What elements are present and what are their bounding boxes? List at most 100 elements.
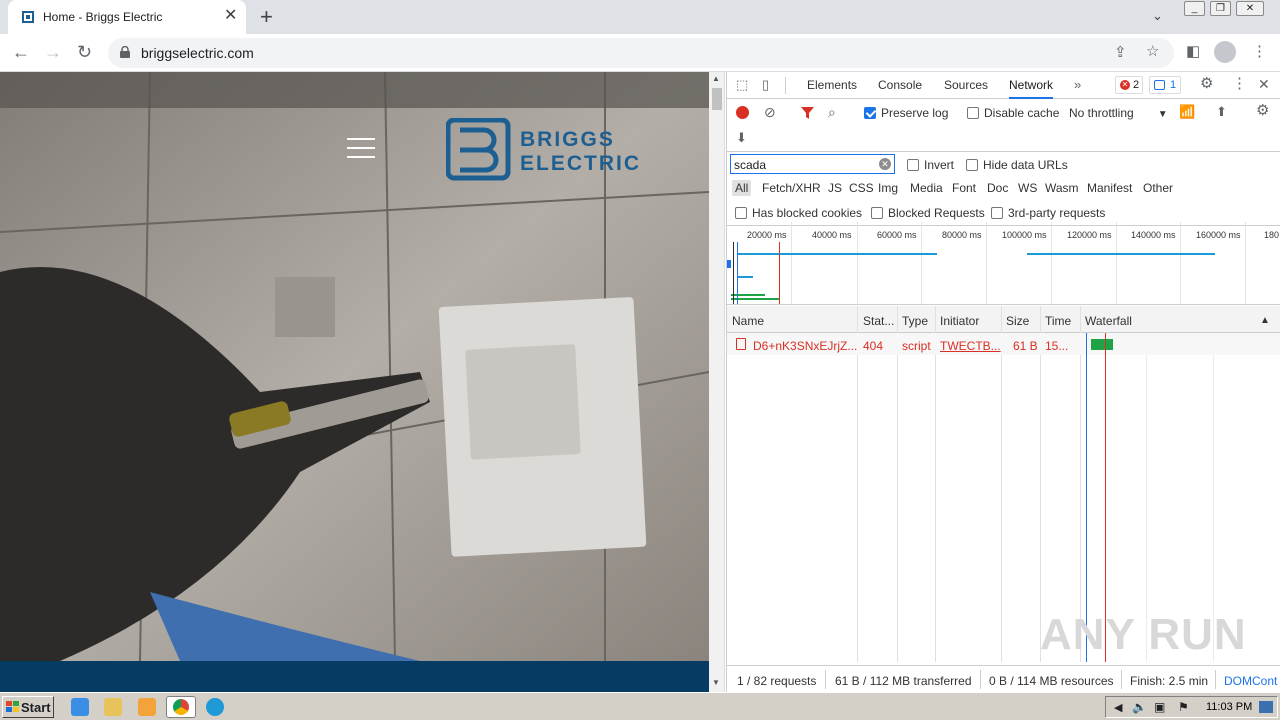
filter-type-wasm[interactable]: Wasm bbox=[1045, 181, 1079, 195]
filter-type-js[interactable]: JS bbox=[828, 181, 842, 195]
tab-console[interactable]: Console bbox=[878, 78, 922, 92]
scroll-up-arrow-icon[interactable]: ▲ bbox=[712, 74, 720, 83]
page-scrollbar[interactable]: ▲ ▼ bbox=[709, 72, 725, 692]
timeline-tick: 40000 ms bbox=[812, 230, 852, 240]
start-button[interactable]: Start bbox=[2, 696, 54, 718]
web-page-viewport: BRIGGS ELECTRIC bbox=[0, 72, 709, 692]
tray-icon[interactable]: ◀ bbox=[1114, 701, 1122, 714]
internet-explorer-icon[interactable] bbox=[71, 698, 89, 716]
request-initiator-link[interactable]: TWECTB... bbox=[940, 339, 1001, 353]
scroll-down-arrow-icon[interactable]: ▼ bbox=[712, 678, 720, 687]
chrome-menu-icon[interactable]: ⋮ bbox=[1252, 43, 1267, 61]
third-party-requests-checkbox[interactable]: 3rd-party requests bbox=[991, 206, 1105, 220]
filter-icon[interactable] bbox=[801, 107, 814, 119]
bookmark-star-icon[interactable]: ☆ bbox=[1146, 43, 1159, 61]
tab-search-chevron-icon[interactable]: ⌄ bbox=[1152, 8, 1163, 24]
devtools-menu-icon[interactable]: ⋮ bbox=[1232, 76, 1247, 91]
tab-sources[interactable]: Sources bbox=[944, 78, 988, 92]
throttling-select[interactable]: No throttling ▼ bbox=[1069, 106, 1168, 120]
reload-icon[interactable]: ↻ bbox=[77, 42, 92, 62]
filter-type-doc[interactable]: Doc bbox=[987, 181, 1008, 195]
requests-count: 1 / 82 requests bbox=[737, 674, 817, 688]
close-window-button[interactable]: ✕ bbox=[1236, 1, 1264, 16]
disable-cache-checkbox[interactable]: Disable cache bbox=[967, 106, 1059, 120]
share-icon[interactable]: ⇪ bbox=[1114, 44, 1127, 62]
filter-type-font[interactable]: Font bbox=[952, 181, 976, 195]
profile-avatar[interactable] bbox=[1214, 41, 1236, 63]
filter-type-css[interactable]: CSS bbox=[849, 181, 874, 195]
tab-close-icon[interactable]: ✕ bbox=[224, 8, 237, 24]
has-blocked-cookies-checkbox[interactable]: Has blocked cookies bbox=[735, 206, 862, 220]
file-explorer-icon[interactable] bbox=[104, 698, 122, 716]
domcontentloaded-time: DOMCont bbox=[1224, 674, 1278, 688]
briggs-electric-logo[interactable]: BRIGGS ELECTRIC bbox=[446, 118, 660, 182]
restore-button[interactable]: ❐ bbox=[1210, 1, 1231, 16]
preserve-log-checkbox[interactable]: Preserve log bbox=[864, 106, 948, 120]
media-player-icon[interactable] bbox=[138, 698, 156, 716]
timeline-marker bbox=[733, 242, 734, 304]
tab-elements[interactable]: Elements bbox=[807, 78, 857, 92]
record-icon[interactable] bbox=[736, 106, 749, 119]
network-overview-timeline[interactable]: 20000 ms 40000 ms 60000 ms 80000 ms 1000… bbox=[727, 222, 1280, 305]
timeline-marker bbox=[779, 242, 780, 304]
error-icon: ✕ bbox=[1120, 80, 1130, 90]
new-tab-button[interactable]: + bbox=[260, 6, 273, 28]
site-favicon-icon bbox=[22, 11, 34, 23]
sort-ascending-icon[interactable]: ▲ bbox=[1260, 315, 1270, 326]
network-conditions-icon[interactable]: 📶 bbox=[1179, 105, 1195, 119]
blocked-requests-checkbox[interactable]: Blocked Requests bbox=[871, 206, 985, 220]
filter-type-all[interactable]: All bbox=[732, 180, 752, 196]
settings-gear-icon[interactable]: ⚙ bbox=[1200, 76, 1213, 91]
column-initiator[interactable]: Initiator bbox=[940, 314, 979, 328]
volume-icon[interactable]: 🔈 bbox=[1132, 700, 1147, 714]
back-icon[interactable]: ← bbox=[12, 42, 30, 62]
invert-checkbox[interactable]: Invert bbox=[907, 158, 954, 172]
filter-type-ws[interactable]: WS bbox=[1018, 181, 1037, 195]
forward-icon[interactable]: → bbox=[44, 42, 62, 62]
network-toolbar: ⊘ ⌕ Preserve log Disable cache No thrott… bbox=[727, 100, 1280, 125]
column-type[interactable]: Type bbox=[902, 314, 928, 328]
filter-input[interactable]: scada ✕ bbox=[730, 154, 895, 174]
column-status[interactable]: Stat... bbox=[863, 314, 894, 328]
filter-type-media[interactable]: Media bbox=[910, 181, 943, 195]
network-tray-icon[interactable]: ▣ bbox=[1154, 700, 1165, 714]
filter-type-manifest[interactable]: Manifest bbox=[1087, 181, 1132, 195]
timeline-tick: 100000 ms bbox=[1002, 230, 1047, 240]
chrome-taskbar-button[interactable] bbox=[166, 696, 196, 718]
minimize-button[interactable]: _ bbox=[1184, 1, 1205, 16]
errors-badge[interactable]: ✕ 2 bbox=[1115, 76, 1143, 94]
filter-type-img[interactable]: Img bbox=[878, 181, 898, 195]
timeline-tick: 80000 ms bbox=[942, 230, 982, 240]
clear-filter-icon[interactable]: ✕ bbox=[879, 158, 891, 170]
filter-type-other[interactable]: Other bbox=[1143, 181, 1173, 195]
network-settings-gear-icon[interactable]: ⚙ bbox=[1256, 103, 1269, 118]
search-icon[interactable]: ⌕ bbox=[828, 105, 836, 119]
column-name[interactable]: Name bbox=[732, 314, 764, 328]
hamburger-menu-icon[interactable] bbox=[347, 138, 375, 158]
messages-badge[interactable]: 1 bbox=[1149, 76, 1181, 94]
devtools-panel: ⬚ ▯ Elements Console Sources Network » ✕… bbox=[726, 72, 1280, 692]
show-desktop-icon[interactable] bbox=[1259, 701, 1273, 713]
edge-icon[interactable] bbox=[206, 698, 224, 716]
timeline-bar bbox=[731, 298, 779, 300]
hide-data-urls-checkbox[interactable]: Hide data URLs bbox=[966, 158, 1068, 172]
inspect-element-icon[interactable]: ⬚ bbox=[736, 78, 748, 92]
scrollbar-thumb[interactable] bbox=[712, 88, 722, 110]
security-flag-icon[interactable]: ⚑ bbox=[1178, 700, 1189, 714]
import-har-icon[interactable]: ⬆ bbox=[1216, 105, 1227, 119]
tab-network[interactable]: Network bbox=[1009, 78, 1054, 99]
column-time[interactable]: Time bbox=[1045, 314, 1071, 328]
close-devtools-icon[interactable]: ✕ bbox=[1258, 77, 1270, 91]
filter-type-fetch-xhr[interactable]: Fetch/XHR bbox=[762, 181, 821, 195]
export-har-icon[interactable]: ⬇ bbox=[736, 131, 747, 145]
column-size[interactable]: Size bbox=[1006, 314, 1029, 328]
side-panel-icon[interactable]: ◧ bbox=[1186, 43, 1200, 61]
browser-tab[interactable]: Home - Briggs Electric ✕ bbox=[8, 0, 246, 34]
more-tabs-chevron-icon[interactable]: » bbox=[1074, 78, 1081, 92]
table-row[interactable]: D6+nK3SNxEJrjZ... 404 script TWECTB... 6… bbox=[727, 333, 1280, 355]
timeline-tick: 160000 ms bbox=[1196, 230, 1241, 240]
column-waterfall[interactable]: Waterfall bbox=[1085, 314, 1132, 328]
address-bar[interactable]: briggselectric.com ⇪ ☆ bbox=[108, 38, 1174, 68]
clear-icon[interactable]: ⊘ bbox=[764, 105, 776, 119]
device-toolbar-icon[interactable]: ▯ bbox=[762, 78, 769, 92]
